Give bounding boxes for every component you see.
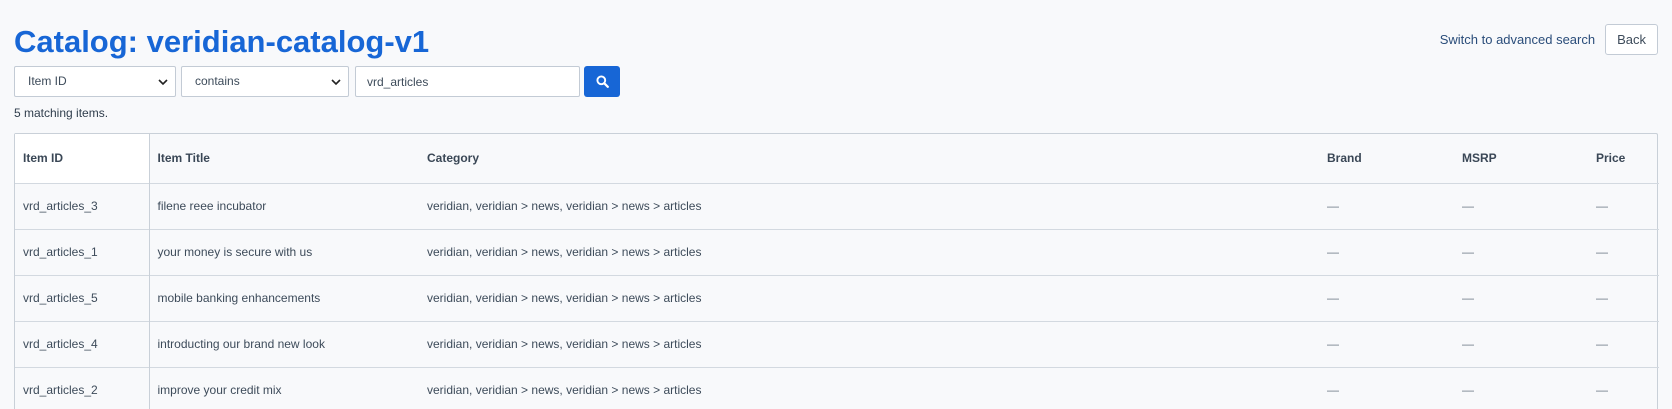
cell-msrp: — <box>1454 366 1588 409</box>
result-count: 5 matching items. <box>14 106 109 120</box>
field-select[interactable]: Item ID <box>14 66 176 97</box>
cell-category: veridian, veridian > news, veridian > ne… <box>419 366 1319 409</box>
cell-item-id: vrd_articles_4 <box>15 320 150 367</box>
cell-msrp: — <box>1454 274 1588 321</box>
operator-select-value: contains <box>195 74 240 88</box>
advanced-search-link[interactable]: Switch to advanced search <box>1440 24 1595 55</box>
cell-brand: — <box>1319 182 1454 229</box>
cell-price: — <box>1588 320 1659 367</box>
table-header-row: Item ID Item Title Category Brand MSRP P… <box>15 134 1659 183</box>
column-header-brand[interactable]: Brand <box>1319 134 1454 183</box>
cell-msrp: — <box>1454 228 1588 275</box>
cell-item-id: vrd_articles_5 <box>15 274 150 321</box>
cell-price: — <box>1588 228 1659 275</box>
search-icon <box>595 75 609 88</box>
catalog-page: Catalog: veridian-catalog-v1 Switch to a… <box>0 0 1672 409</box>
cell-item-title: improve your credit mix <box>149 366 419 409</box>
cell-item-id: vrd_articles_1 <box>15 228 150 275</box>
search-button[interactable] <box>584 66 620 97</box>
cell-brand: — <box>1319 228 1454 275</box>
cell-price: — <box>1588 274 1659 321</box>
cell-category: veridian, veridian > news, veridian > ne… <box>419 274 1319 321</box>
column-header-item-id[interactable]: Item ID <box>15 134 150 183</box>
column-header-msrp[interactable]: MSRP <box>1454 134 1588 183</box>
cell-msrp: — <box>1454 320 1588 367</box>
header-actions: Switch to advanced search Back <box>1440 24 1658 55</box>
search-input[interactable] <box>355 66 580 97</box>
operator-select[interactable]: contains <box>181 66 349 97</box>
chevron-down-icon <box>158 79 168 86</box>
chevron-down-icon <box>331 79 341 86</box>
field-select-value: Item ID <box>28 74 67 88</box>
cell-category: veridian, veridian > news, veridian > ne… <box>419 320 1319 367</box>
cell-item-title: mobile banking enhancements <box>149 274 419 321</box>
table-row[interactable]: vrd_articles_1 your money is secure with… <box>15 228 1659 275</box>
column-header-item-title[interactable]: Item Title <box>149 134 419 183</box>
cell-brand: — <box>1319 366 1454 409</box>
column-header-price[interactable]: Price <box>1588 134 1659 183</box>
cell-category: veridian, veridian > news, veridian > ne… <box>419 228 1319 275</box>
cell-brand: — <box>1319 320 1454 367</box>
cell-brand: — <box>1319 274 1454 321</box>
results-table: Item ID Item Title Category Brand MSRP P… <box>14 133 1659 409</box>
back-button[interactable]: Back <box>1605 24 1658 55</box>
cell-msrp: — <box>1454 182 1588 229</box>
cell-item-title: your money is secure with us <box>149 228 419 275</box>
table-row[interactable]: vrd_articles_3 filene reee incubator ver… <box>15 182 1659 229</box>
table-row[interactable]: vrd_articles_5 mobile banking enhancemen… <box>15 274 1659 321</box>
page-title: Catalog: veridian-catalog-v1 <box>14 24 430 59</box>
cell-item-id: vrd_articles_2 <box>15 366 150 409</box>
cell-item-title: filene reee incubator <box>149 182 419 229</box>
cell-price: — <box>1588 182 1659 229</box>
cell-category: veridian, veridian > news, veridian > ne… <box>419 182 1319 229</box>
search-filters: Item ID contains <box>14 66 620 97</box>
cell-price: — <box>1588 366 1659 409</box>
cell-item-title: introducting our brand new look <box>149 320 419 367</box>
table-row[interactable]: vrd_articles_4 introducting our brand ne… <box>15 320 1659 367</box>
column-header-category[interactable]: Category <box>419 134 1319 183</box>
table-row[interactable]: vrd_articles_2 improve your credit mix v… <box>15 366 1659 409</box>
cell-item-id: vrd_articles_3 <box>15 182 150 229</box>
